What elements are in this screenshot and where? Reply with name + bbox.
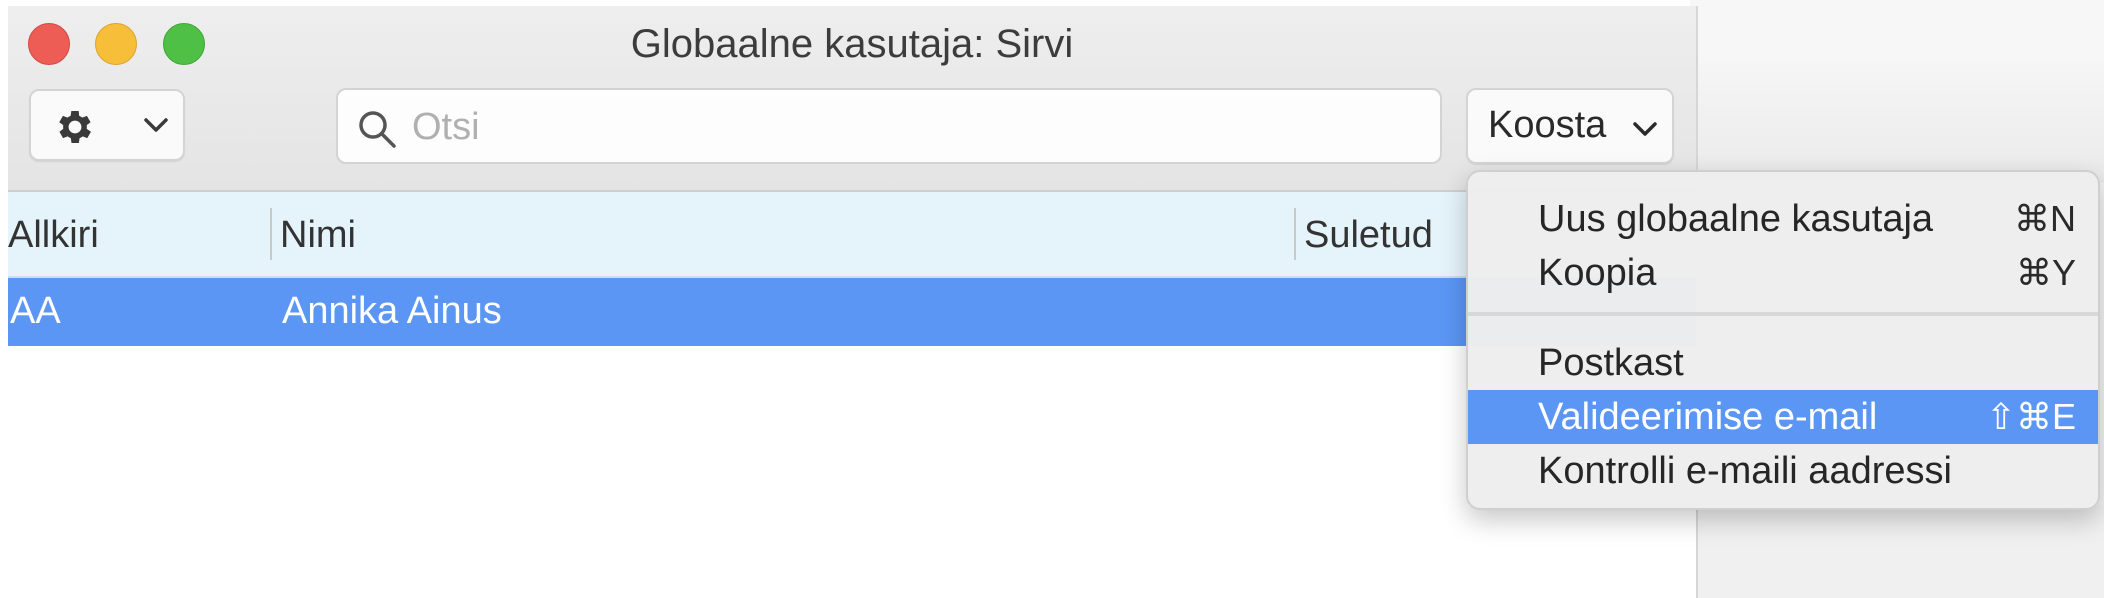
- menu-item-shortcut: ⌘Y: [2015, 252, 2076, 293]
- background-window-toolbar: [1690, 58, 2104, 183]
- search-input[interactable]: [410, 100, 1414, 154]
- column-header-closed[interactable]: Suletud: [1304, 214, 1433, 257]
- search-field[interactable]: [336, 88, 1442, 164]
- column-header-signature[interactable]: Allkiri: [8, 214, 99, 257]
- background-window-panel: [1690, 505, 2104, 598]
- menu-item-label: Koopia: [1538, 252, 1657, 294]
- table-row[interactable]: AA Annika Ainus: [8, 278, 1696, 346]
- menu-item-label: Kontrolli e-maili aadressi: [1538, 450, 1952, 492]
- menu-item-mailbox[interactable]: Postkast: [1468, 336, 2098, 390]
- menu-item-validation-email[interactable]: Valideerimise e-mail ⇧⌘E: [1468, 390, 2098, 444]
- cell-name: Annika Ainus: [282, 290, 502, 332]
- compose-button-label: Koosta: [1488, 104, 1607, 146]
- table-header: Allkiri Nimi Suletud: [8, 192, 1696, 278]
- menu-item-label: Uus globaalne kasutaja: [1538, 198, 1934, 240]
- search-icon: [359, 111, 396, 148]
- menu-item-copy[interactable]: Koopia ⌘Y: [1468, 246, 2098, 300]
- compose-dropdown-menu: Uus globaalne kasutaja ⌘N Koopia ⌘Y Post…: [1466, 170, 2100, 510]
- column-header-name[interactable]: Nimi: [280, 214, 356, 257]
- column-divider[interactable]: [1294, 208, 1296, 260]
- menu-item-shortcut: ⌘N: [2014, 198, 2076, 239]
- menu-item-check-email-address[interactable]: Kontrolli e-maili aadressi: [1468, 444, 2098, 498]
- background-window-titlebar: [1690, 0, 2104, 60]
- column-divider[interactable]: [270, 208, 272, 260]
- menu-item-label: Valideerimise e-mail: [1538, 396, 1878, 438]
- titlebar: Globaalne kasutaja: Sirvi Koosta: [8, 6, 1696, 192]
- menu-item-label: Postkast: [1538, 342, 1684, 384]
- settings-menu-button[interactable]: [29, 89, 185, 161]
- compose-button[interactable]: Koosta: [1466, 88, 1674, 164]
- gear-icon: [59, 111, 91, 143]
- main-window: Globaalne kasutaja: Sirvi Koosta Allkiri: [8, 6, 1698, 598]
- window-title: Globaalne kasutaja: Sirvi: [630, 22, 1074, 66]
- cell-signature: AA: [10, 290, 61, 332]
- chevron-down-icon: [144, 118, 168, 132]
- menu-item-shortcut: ⇧⌘E: [1985, 396, 2076, 437]
- chevron-down-icon: [1633, 122, 1657, 136]
- menu-item-new-global-user[interactable]: Uus globaalne kasutaja ⌘N: [1468, 192, 2098, 246]
- menu-separator: [1468, 312, 2098, 316]
